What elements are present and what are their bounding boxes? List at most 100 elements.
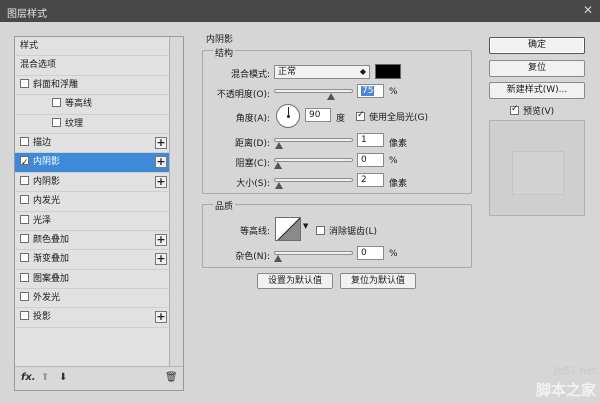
preview-checkbox[interactable]: 预览(V) (510, 104, 554, 117)
style-checkbox[interactable] (20, 78, 29, 88)
window-title: 图层样式 (7, 9, 47, 20)
antialias-checkbox-box[interactable] (316, 226, 325, 235)
size-label: 大小(S): (236, 179, 270, 189)
style-list-item[interactable]: 颜色叠加 + (15, 231, 170, 251)
style-checkbox[interactable] (20, 214, 29, 224)
style-list-item[interactable]: 投影 + (15, 308, 170, 328)
style-checkbox[interactable] (20, 272, 29, 282)
new-style-button[interactable]: 新建样式(W)... (489, 82, 585, 99)
choke-input[interactable]: 0 (357, 153, 384, 167)
trash-icon[interactable]: 🗑 (165, 372, 178, 383)
antialias-checkbox[interactable]: 消除锯齿(L) (316, 224, 377, 237)
distance-slider-handle[interactable] (274, 142, 283, 149)
style-list-item[interactable]: 等高线 (15, 95, 170, 115)
chevron-down-icon: ◆ (359, 67, 366, 76)
reset-default-button[interactable]: 复位为默认值 (340, 273, 416, 289)
add-style-instance-button[interactable]: + (155, 311, 167, 324)
style-checkbox[interactable] (52, 98, 61, 108)
style-list-item[interactable]: 混合选项 (15, 56, 170, 76)
opacity-unit: % (389, 87, 398, 97)
angle-dial[interactable] (276, 104, 300, 128)
style-list-item[interactable]: 内阴影 + (15, 173, 170, 193)
style-list-label: 样式 (20, 41, 39, 51)
style-list-item[interactable]: 外发光 (15, 289, 170, 309)
style-list-item[interactable]: 光泽 (15, 212, 170, 231)
style-checkbox[interactable] (20, 253, 29, 263)
blend-mode-value: 正常 (278, 67, 297, 77)
fx-button[interactable]: fx. (21, 372, 36, 383)
quality-title: 品质 (213, 199, 236, 212)
style-list-label: 内阴影 (33, 176, 61, 187)
distance-label: 距离(D): (235, 139, 270, 149)
contour-picker[interactable] (275, 217, 301, 241)
opacity-input[interactable]: 75 (357, 84, 384, 98)
size-slider[interactable] (274, 178, 353, 189)
noise-label: 杂色(N): (235, 252, 270, 262)
style-preview-swatch (512, 151, 564, 195)
style-checkbox[interactable] (20, 233, 29, 243)
distance-input[interactable]: 1 (357, 133, 384, 147)
contour-label: 等高线: (239, 227, 270, 237)
style-checkbox[interactable] (20, 154, 29, 174)
styles-scrollbar[interactable] (169, 37, 183, 366)
style-list-label: 内阴影 (33, 157, 61, 168)
style-list-label: 混合选项 (20, 60, 57, 71)
shadow-color-swatch[interactable] (375, 64, 401, 79)
ok-button[interactable]: 确定 (489, 37, 585, 54)
preview-checkbox-box[interactable] (510, 104, 519, 115)
reset-button[interactable]: 复位 (489, 60, 585, 77)
title-bar: 图层样式 ✕ (0, 0, 600, 22)
style-list-item[interactable]: 内阴影 + (15, 153, 170, 174)
style-list-item[interactable]: 内发光 (15, 192, 170, 212)
opacity-slider[interactable] (274, 89, 353, 100)
angle-unit: 度 (336, 114, 346, 124)
noise-slider-handle[interactable] (274, 255, 282, 262)
style-checkbox[interactable] (20, 195, 29, 205)
global-light-checkbox[interactable]: 使用全局光(G) (356, 110, 428, 123)
set-default-button[interactable]: 设置为默认值 (257, 273, 333, 289)
style-list-label: 光泽 (33, 215, 52, 226)
style-list-item[interactable]: 纹理 (15, 115, 170, 134)
global-light-checkbox-box[interactable] (356, 110, 365, 121)
choke-slider[interactable] (274, 158, 353, 169)
arrow-down-icon[interactable]: ⬇ (59, 372, 67, 383)
size-slider-handle[interactable] (274, 182, 283, 189)
distance-slider[interactable] (274, 138, 353, 149)
style-list-item[interactable]: 描边 + (15, 134, 170, 154)
add-style-instance-button[interactable]: + (155, 156, 167, 169)
style-checkbox[interactable] (20, 136, 29, 146)
opacity-slider-handle[interactable] (327, 93, 336, 100)
add-style-instance-button[interactable]: + (155, 233, 167, 246)
blend-mode-select[interactable]: 正常 ◆ (274, 65, 370, 79)
style-list-item[interactable]: 样式 (15, 37, 170, 57)
choke-label: 阻塞(C): (235, 159, 270, 169)
style-list-label: 描边 (33, 137, 52, 148)
add-style-instance-button[interactable]: + (155, 136, 167, 149)
style-checkbox[interactable] (20, 311, 29, 321)
angle-input[interactable]: 90 (305, 108, 331, 122)
arrow-up-icon[interactable]: ⬆ (41, 372, 49, 383)
style-list-item[interactable]: 图案叠加 (15, 270, 170, 290)
structure-title: 结构 (213, 46, 236, 59)
style-list-label: 图案叠加 (33, 273, 70, 284)
add-style-instance-button[interactable]: + (155, 175, 167, 188)
style-checkbox[interactable] (52, 117, 61, 127)
distance-unit: 像素 (389, 139, 408, 149)
add-style-instance-button[interactable]: + (155, 253, 167, 266)
close-icon[interactable]: ✕ (583, 3, 593, 17)
style-list-label: 等高线 (65, 99, 93, 110)
chevron-down-icon[interactable]: ▼ (303, 222, 308, 230)
noise-input[interactable]: 0 (357, 246, 384, 260)
style-list-label: 内发光 (33, 196, 61, 207)
noise-unit: % (389, 249, 398, 259)
style-list-item[interactable]: 斜面和浮雕 (15, 76, 170, 96)
style-checkbox[interactable] (20, 175, 29, 185)
size-input[interactable]: 2 (357, 173, 384, 187)
style-checkbox[interactable] (20, 292, 29, 302)
antialias-label: 消除锯齿(L) (329, 227, 378, 237)
section-title: 内阴影 (206, 35, 234, 45)
choke-slider-handle[interactable] (274, 162, 282, 169)
style-list-item[interactable]: 渐变叠加 + (15, 250, 170, 270)
styles-list: 样式混合选项斜面和浮雕等高线纹理描边 + 内阴影 + 内阴影 + 内发光光泽颜色叠加+渐变叠… (15, 37, 170, 328)
noise-slider[interactable] (274, 251, 353, 262)
